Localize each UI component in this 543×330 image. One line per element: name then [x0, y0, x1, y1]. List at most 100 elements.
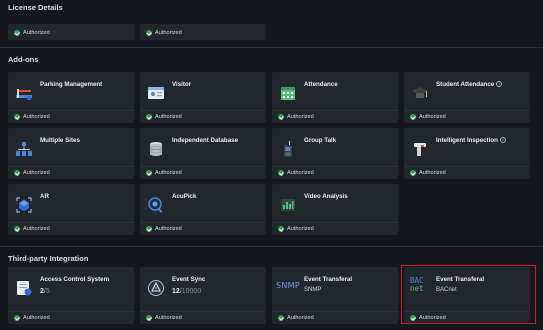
walkie-talkie-icon: [284, 141, 292, 157]
addon-card-student-attendance[interactable]: Student Attendance i Authorized: [404, 72, 530, 123]
addon-card-independent-database[interactable]: Independent Database Authorized: [140, 128, 266, 179]
usage-value: 12: [172, 288, 180, 295]
section-title-license: License Details: [8, 3, 63, 12]
usage-count: 2/5: [40, 288, 50, 295]
addon-card-attendance[interactable]: Attendance Authorized: [272, 72, 398, 123]
addon-name: AR: [40, 193, 49, 200]
status-row: Authorized: [8, 222, 134, 235]
addon-name-text: Intelligent Inspection: [436, 137, 498, 144]
status-row: Authorized: [8, 166, 134, 179]
integration-card-access-control[interactable]: Access Control System 2/5 Authorized: [8, 267, 134, 324]
status-text: Authorized: [155, 225, 182, 232]
selection-highlight: [401, 265, 536, 324]
section-divider: [0, 47, 543, 48]
integration-card-event-transferal-snmp[interactable]: SNMP Event Transferal SNMP Authorized: [272, 267, 398, 324]
check-circle-icon: [146, 170, 152, 176]
check-circle-icon: [278, 315, 284, 321]
status-row: Authorized: [272, 110, 398, 123]
check-circle-icon: [410, 114, 416, 120]
integration-name: Event Transferal: [304, 276, 353, 283]
usage-total: /5: [43, 288, 50, 295]
access-control-icon: [17, 281, 32, 296]
status-text: Authorized: [287, 113, 314, 120]
addon-name: Group Talk: [304, 137, 337, 144]
status-row: Authorized: [272, 222, 398, 235]
status-text: Authorized: [419, 113, 446, 120]
status-row: Authorized: [8, 311, 134, 324]
event-sync-icon: [148, 280, 164, 296]
check-circle-icon: [146, 30, 152, 36]
check-circle-icon: [14, 315, 20, 321]
addon-card-ar[interactable]: AR Authorized: [8, 184, 134, 235]
check-circle-icon: [14, 30, 20, 36]
check-circle-icon: [146, 226, 152, 232]
addon-card-acupick[interactable]: AcuPick Authorized: [140, 184, 266, 235]
status-text: Authorized: [23, 225, 50, 232]
status-text: Authorized: [155, 29, 182, 36]
status-text: Authorized: [23, 29, 50, 36]
status-text: Authorized: [23, 169, 50, 176]
usage-total: /10000: [179, 288, 202, 295]
section-title-addons: Add-ons: [8, 55, 39, 64]
check-circle-icon: [14, 170, 20, 176]
check-circle-icon: [14, 114, 20, 120]
status-row: Authorized: [272, 166, 398, 179]
addon-name: Attendance: [304, 81, 338, 88]
section-title-thirdparty: Third-party Integration: [8, 254, 89, 263]
status-row: Authorized: [404, 166, 530, 179]
check-circle-icon: [278, 114, 284, 120]
addon-card-group-talk[interactable]: Group Talk Authorized: [272, 128, 398, 179]
addon-name: Video Analysis: [304, 193, 348, 200]
section-divider: [0, 246, 543, 247]
integration-protocol: SNMP: [304, 287, 322, 293]
addon-card-visitor[interactable]: Visitor Authorized: [140, 72, 266, 123]
search-icon: [148, 197, 163, 213]
calendar-icon: [281, 87, 295, 100]
addon-name: Multiple Sites: [40, 137, 80, 144]
check-circle-icon: [146, 315, 152, 321]
status-row: Authorized: [8, 27, 134, 40]
status-text: Authorized: [287, 225, 314, 232]
addon-name: Student Attendance i: [436, 81, 503, 88]
status-text: Authorized: [23, 314, 50, 321]
addon-name: Visitor: [172, 81, 192, 88]
info-icon[interactable]: i: [499, 137, 506, 144]
status-text: Authorized: [155, 169, 182, 176]
status-text: Authorized: [155, 314, 182, 321]
check-circle-icon: [146, 114, 152, 120]
status-row: Authorized: [140, 311, 266, 324]
status-text: Authorized: [287, 169, 314, 176]
parking-icon: [16, 89, 32, 100]
addon-card-multiple-sites[interactable]: Multiple Sites Authorized: [8, 128, 134, 179]
check-circle-icon: [278, 170, 284, 176]
addon-card-parking[interactable]: Parking Management Authorized: [8, 72, 134, 123]
addon-name: Independent Database: [172, 137, 239, 144]
addon-name: Intelligent Inspection i: [436, 137, 506, 144]
status-row: Authorized: [140, 27, 266, 40]
database-icon: [149, 142, 163, 156]
integration-name: Event Sync: [172, 276, 206, 283]
status-text: Authorized: [287, 314, 314, 321]
integration-name: Access Control System: [40, 276, 110, 283]
status-row: Authorized: [140, 110, 266, 123]
status-row: Authorized: [140, 222, 266, 235]
sites-network-icon: [16, 142, 32, 156]
addon-card-video-analysis[interactable]: Video Analysis Authorized: [272, 184, 398, 235]
license-card-1: Authorized: [8, 24, 134, 40]
graduation-cap-icon: [412, 87, 428, 98]
license-card-2: Authorized: [140, 24, 266, 40]
addon-card-intelligent-inspection[interactable]: Intelligent Inspection i Authorized: [404, 128, 530, 179]
status-row: Authorized: [404, 110, 530, 123]
addon-name-text: Student Attendance: [436, 81, 495, 88]
status-text: Authorized: [155, 113, 182, 120]
info-icon[interactable]: i: [496, 81, 503, 88]
addon-name: Parking Management: [40, 81, 103, 88]
status-row: Authorized: [272, 311, 398, 324]
status-text: Authorized: [23, 113, 50, 120]
ar-icon: [16, 197, 32, 213]
addon-name: AcuPick: [172, 193, 197, 200]
snmp-icon: SNMP: [276, 281, 300, 290]
status-row: Authorized: [8, 110, 134, 123]
integration-card-event-sync[interactable]: Event Sync 12/10000 Authorized: [140, 267, 266, 324]
video-analysis-icon: [281, 199, 295, 211]
